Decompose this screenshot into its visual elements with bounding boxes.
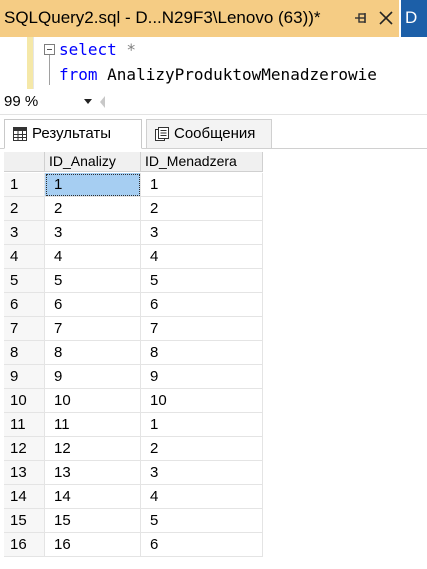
cell-id-menadzera[interactable]: 2: [141, 437, 263, 461]
cell-id-menadzera[interactable]: 9: [141, 365, 263, 389]
cell-id-analizy[interactable]: 11: [45, 413, 141, 437]
column-header-id-menadzera[interactable]: ID_Menadzera: [141, 152, 263, 172]
cell-id-menadzera[interactable]: 3: [141, 221, 263, 245]
code-text-1: *: [116, 40, 137, 59]
cell-id-analizy[interactable]: 12: [45, 437, 141, 461]
row-number-cell[interactable]: 16: [4, 533, 45, 557]
pin-icon[interactable]: [352, 9, 370, 27]
table-row[interactable]: 15 15 5: [4, 509, 263, 533]
row-number-cell[interactable]: 14: [4, 485, 45, 509]
cell-id-analizy[interactable]: 8: [45, 341, 141, 365]
tab-results-label: Результаты: [32, 125, 111, 142]
cell-id-analizy[interactable]: 2: [45, 197, 141, 221]
table-row[interactable]: 12 12 2: [4, 437, 263, 461]
row-number-cell[interactable]: 7: [4, 317, 45, 341]
row-number-cell[interactable]: 1: [4, 173, 45, 197]
row-number-cell[interactable]: 13: [4, 461, 45, 485]
cell-id-menadzera[interactable]: 5: [141, 269, 263, 293]
keyword-from: from: [59, 65, 98, 84]
document-tab-bar: SQLQuery2.sql - D...N29F3\Lenovo (63))* …: [0, 0, 427, 37]
cell-id-menadzera[interactable]: 3: [141, 461, 263, 485]
document-tab-title: SQLQuery2.sql - D...N29F3\Lenovo (63))*: [4, 8, 321, 27]
row-number-cell[interactable]: 15: [4, 509, 45, 533]
code-line-2[interactable]: from AnalizyProduktowMenadzerowie: [59, 64, 377, 86]
cell-id-analizy[interactable]: 6: [45, 293, 141, 317]
cell-id-menadzera[interactable]: 6: [141, 533, 263, 557]
cell-id-menadzera[interactable]: 4: [141, 485, 263, 509]
cell-id-analizy[interactable]: 1: [45, 173, 141, 197]
table-row[interactable]: 666: [4, 293, 263, 317]
tab-results[interactable]: Результаты: [4, 119, 142, 149]
row-number-cell[interactable]: 9: [4, 365, 45, 389]
document-tab[interactable]: SQLQuery2.sql - D...N29F3\Lenovo (63))*: [0, 0, 399, 37]
cell-id-analizy[interactable]: 10: [45, 389, 141, 413]
cell-id-menadzera[interactable]: 4: [141, 245, 263, 269]
next-document-tab-label: D: [405, 8, 418, 27]
outline-line: [49, 55, 50, 85]
row-number-cell[interactable]: 2: [4, 197, 45, 221]
table-row[interactable]: 222: [4, 197, 263, 221]
cell-id-menadzera[interactable]: 2: [141, 197, 263, 221]
cell-id-menadzera[interactable]: 1: [141, 413, 263, 437]
cell-id-menadzera[interactable]: 10: [141, 389, 263, 413]
results-tab-bar: Результаты Сообщения: [0, 115, 427, 149]
table-row[interactable]: 555: [4, 269, 263, 293]
table-row[interactable]: 777: [4, 317, 263, 341]
keyword-select: select: [59, 40, 117, 59]
close-icon[interactable]: [377, 9, 395, 27]
row-number-cell[interactable]: 4: [4, 245, 45, 269]
cell-id-menadzera[interactable]: 1: [141, 173, 263, 197]
cell-id-analizy[interactable]: 5: [45, 269, 141, 293]
table-row[interactable]: 14 14 4: [4, 485, 263, 509]
cell-id-menadzera[interactable]: 6: [141, 293, 263, 317]
tab-messages-label: Сообщения: [174, 125, 256, 142]
collapse-toggle-icon[interactable]: [44, 44, 55, 55]
table-row[interactable]: 16 16 6: [4, 533, 263, 557]
table-row[interactable]: 888: [4, 341, 263, 365]
next-document-tab[interactable]: D: [401, 0, 427, 37]
cell-id-analizy[interactable]: 4: [45, 245, 141, 269]
table-row[interactable]: 10 10 10: [4, 389, 263, 413]
row-number-cell[interactable]: 3: [4, 221, 45, 245]
cell-id-analizy[interactable]: 16: [45, 533, 141, 557]
cell-id-analizy[interactable]: 3: [45, 221, 141, 245]
cell-id-menadzera[interactable]: 5: [141, 509, 263, 533]
zoom-level[interactable]: 99 %: [4, 93, 38, 111]
row-number-cell[interactable]: 12: [4, 437, 45, 461]
zoom-bar: 99 %: [0, 89, 427, 115]
query-editor[interactable]: select * from AnalizyProduktowMenadzerow…: [0, 37, 427, 89]
cell-id-analizy[interactable]: 15: [45, 509, 141, 533]
row-number-cell[interactable]: 11: [4, 413, 45, 437]
table-row[interactable]: 111: [4, 173, 263, 197]
grid-header: ID_Analizy ID_Menadzera: [4, 152, 263, 172]
cell-id-analizy[interactable]: 7: [45, 317, 141, 341]
row-number-cell[interactable]: 10: [4, 389, 45, 413]
table-row[interactable]: 444: [4, 245, 263, 269]
row-number-cell[interactable]: 8: [4, 341, 45, 365]
table-row[interactable]: 11 11 1: [4, 413, 263, 437]
cell-id-analizy[interactable]: 13: [45, 461, 141, 485]
row-number-header[interactable]: [4, 152, 45, 172]
code-line-1[interactable]: select *: [59, 39, 136, 61]
cell-id-analizy[interactable]: 14: [45, 485, 141, 509]
code-text-2: AnalizyProduktowMenadzerowie: [97, 65, 377, 84]
tab-messages[interactable]: Сообщения: [146, 119, 272, 149]
messages-icon: [155, 127, 169, 141]
table-row[interactable]: 999: [4, 365, 263, 389]
row-number-cell[interactable]: 5: [4, 269, 45, 293]
cell-id-menadzera[interactable]: 8: [141, 341, 263, 365]
column-header-id-analizy[interactable]: ID_Analizy: [45, 152, 141, 172]
cell-id-analizy[interactable]: 9: [45, 365, 141, 389]
change-tracking-bar: [27, 37, 33, 89]
grid-icon: [13, 127, 27, 141]
cell-id-menadzera[interactable]: 7: [141, 317, 263, 341]
scroll-left-icon[interactable]: [100, 96, 105, 108]
row-number-cell[interactable]: 6: [4, 293, 45, 317]
table-row[interactable]: 13 13 3: [4, 461, 263, 485]
zoom-dropdown-icon[interactable]: [84, 99, 92, 104]
table-row[interactable]: 333: [4, 221, 263, 245]
